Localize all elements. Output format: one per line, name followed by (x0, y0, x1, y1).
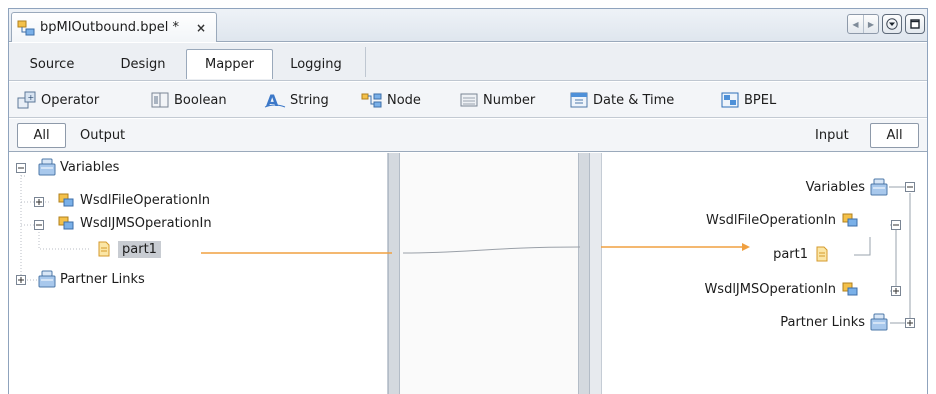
number-icon (460, 93, 478, 107)
view-tab-divider (365, 47, 366, 77)
input-label: Input (815, 128, 849, 143)
output-wsdl-jms-operation-in-label: WsdlJMSOperationIn (80, 215, 212, 231)
output-node-part1[interactable]: part1 (95, 240, 161, 258)
output-node-wsdl-file-operation-in[interactable]: WsdlFileOperationIn (57, 191, 210, 209)
chevron-down-icon (886, 18, 898, 30)
palette-operator-label: Operator (41, 92, 100, 108)
bpel-icon (721, 92, 739, 108)
panel-divider[interactable] (590, 153, 601, 394)
output-label: Output (80, 128, 126, 143)
palette-node[interactable]: Node (361, 90, 421, 110)
palette-number[interactable]: Number (459, 90, 535, 110)
mapper-palette: + Operator Boolean A String Node Number … (9, 82, 927, 118)
maximize-icon (910, 19, 920, 29)
bpel-file-icon (17, 20, 35, 35)
tree-header-row: All Output Input All (9, 119, 927, 152)
palette-bpel[interactable]: BPEL (720, 90, 776, 110)
input-tree-panel: Variables WsdlFileOperationIn part1 Wsdl… (627, 153, 927, 394)
output-node-partner-links[interactable]: Partner Links (37, 269, 145, 289)
editor-tab-bar: bpMIOutbound.bpel * × ◀ ▶ (9, 9, 927, 42)
palette-bpel-label: BPEL (744, 92, 777, 108)
palette-boolean-label: Boolean (174, 92, 227, 108)
date-time-icon (570, 92, 588, 108)
output-wsdl-file-operation-in-label: WsdlFileOperationIn (80, 192, 211, 208)
palette-date-time-label: Date & Time (593, 92, 675, 108)
svg-text:+: + (28, 93, 35, 102)
show-opened-documents-button[interactable] (882, 14, 902, 34)
maximize-button[interactable] (905, 14, 925, 34)
input-tree-lines (854, 182, 915, 328)
tab-nav-buttons: ◀ ▶ (847, 14, 879, 34)
scroll-left-icon[interactable]: ◀ (848, 15, 863, 33)
input-tree-margin (601, 153, 627, 394)
editor-tab-title: bpMIOutbound.bpel * (40, 20, 179, 35)
palette-string[interactable]: A String (264, 90, 329, 110)
tab-mapper[interactable]: Mapper (186, 49, 273, 79)
palette-boolean[interactable]: Boolean (150, 90, 227, 110)
window-controls: ◀ ▶ (847, 14, 925, 34)
canvas-left-edge (388, 153, 400, 394)
mapping-canvas[interactable] (388, 153, 590, 394)
input-tree-toggles (891, 182, 915, 328)
canvas-right-edge (578, 153, 590, 394)
palette-date-time[interactable]: Date & Time (569, 90, 674, 110)
palette-operator[interactable]: + Operator (17, 90, 99, 110)
boolean-icon (151, 92, 169, 108)
editor-tab-bpmi-outbound[interactable]: bpMIOutbound.bpel * × (11, 12, 217, 42)
output-part1-label: part1 (118, 240, 161, 258)
tab-source[interactable]: Source (17, 49, 87, 79)
output-node-wsdl-jms-operation-in[interactable]: WsdlJMSOperationIn (57, 214, 212, 232)
mapper-window: bpMIOutbound.bpel * × ◀ ▶ Source Design … (8, 8, 928, 394)
tab-logging[interactable]: Logging (277, 49, 355, 79)
close-icon[interactable]: × (196, 21, 206, 35)
part-icon (98, 241, 110, 257)
palette-string-label: String (290, 92, 329, 108)
palette-number-label: Number (483, 92, 536, 108)
output-variables-label: Variables (60, 159, 120, 175)
message-icon (58, 193, 74, 207)
output-all-button[interactable]: All (17, 123, 66, 148)
operator-icon: + (17, 91, 36, 109)
output-node-variables[interactable]: Variables (37, 157, 119, 177)
input-all-button[interactable]: All (870, 123, 919, 148)
palette-node-label: Node (387, 92, 421, 108)
scroll-right-icon[interactable]: ▶ (863, 15, 878, 33)
output-partner-links-label: Partner Links (60, 271, 145, 287)
output-tree-panel: Variables WsdlFileOperationIn WsdlJMSOpe… (9, 153, 388, 394)
node-icon (361, 93, 382, 108)
string-icon: A (264, 91, 286, 109)
message-icon (58, 216, 74, 230)
view-tab-bar: Source Design Mapper Logging (9, 43, 927, 81)
tab-design[interactable]: Design (104, 49, 182, 79)
partner-links-icon (38, 270, 56, 288)
variables-icon (38, 158, 56, 176)
